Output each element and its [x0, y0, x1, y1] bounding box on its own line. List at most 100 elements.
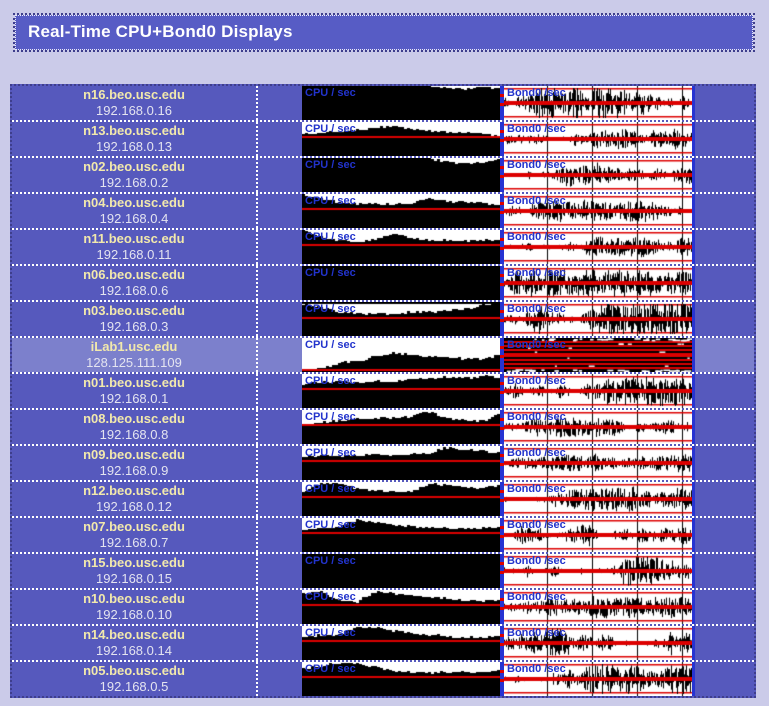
cpu-graph-label: CPU / sec [305, 627, 356, 639]
row-left-spacer [258, 446, 302, 480]
row-left-spacer [258, 626, 302, 660]
node-hostname: n12.beo.usc.edu [12, 483, 256, 499]
node-ip-address: 192.168.0.1 [12, 391, 256, 406]
cpu-graph: CPU / sec [302, 374, 500, 408]
node-label-cell: n13.beo.usc.edu 192.168.0.13 [12, 122, 258, 156]
bond0-graph: Bond0 /sec [500, 158, 695, 192]
cpu-graph-label: CPU / sec [305, 123, 356, 135]
bond0-graph: Bond0 /sec [500, 662, 695, 696]
graph-cursor-marks [500, 670, 504, 673]
bond0-graph: Bond0 /sec [500, 338, 695, 372]
graph-cursor-marks [500, 562, 504, 565]
row-right-spacer [695, 230, 754, 264]
bond0-graph-label: Bond0 /sec [507, 195, 566, 207]
node-ip-address: 192.168.0.5 [12, 679, 256, 694]
cpu-graph-label: CPU / sec [305, 375, 356, 387]
node-hostname: n15.beo.usc.edu [12, 555, 256, 571]
node-row: n05.beo.usc.edu 192.168.0.5 CPU / sec Bo… [12, 662, 754, 696]
title-bar: Real-Time CPU+Bond0 Displays [13, 13, 755, 52]
bond0-graph-label: Bond0 /sec [507, 303, 566, 315]
row-right-spacer [695, 554, 754, 588]
row-left-spacer [258, 158, 302, 192]
row-right-spacer [695, 662, 754, 696]
node-label-cell: n10.beo.usc.edu 192.168.0.10 [12, 590, 258, 624]
node-ip-address: 192.168.0.11 [12, 247, 256, 262]
row-left-spacer [258, 86, 302, 120]
cpu-graph-label: CPU / sec [305, 87, 356, 99]
node-hostname: n06.beo.usc.edu [12, 267, 256, 283]
cpu-graph-label: CPU / sec [305, 159, 356, 171]
row-left-spacer [258, 338, 302, 372]
node-ip-address: 192.168.0.6 [12, 283, 256, 298]
node-hostname: n10.beo.usc.edu [12, 591, 256, 607]
node-ip-address: 192.168.0.15 [12, 571, 256, 586]
cpu-graph: CPU / sec [302, 122, 500, 156]
bond0-graph-label: Bond0 /sec [507, 519, 566, 531]
cpu-graph: CPU / sec [302, 446, 500, 480]
row-left-spacer [258, 410, 302, 444]
node-row: n15.beo.usc.edu 192.168.0.15 CPU / sec B… [12, 554, 754, 590]
bond0-graph-label: Bond0 /sec [507, 447, 566, 459]
node-label-cell: n08.beo.usc.edu 192.168.0.8 [12, 410, 258, 444]
cpu-graph-label: CPU / sec [305, 447, 356, 459]
graph-cursor-marks [500, 526, 504, 529]
node-hostname: n13.beo.usc.edu [12, 123, 256, 139]
row-right-spacer [695, 626, 754, 660]
node-hostname: n04.beo.usc.edu [12, 195, 256, 211]
graph-cursor-marks [500, 94, 504, 97]
bond0-graph: Bond0 /sec [500, 626, 695, 660]
bond0-graph: Bond0 /sec [500, 86, 695, 120]
node-hostname: n16.beo.usc.edu [12, 87, 256, 103]
node-ip-address: 192.168.0.7 [12, 535, 256, 550]
bond0-graph-label: Bond0 /sec [507, 627, 566, 639]
bond0-graph: Bond0 /sec [500, 266, 695, 300]
bond0-graph: Bond0 /sec [500, 374, 695, 408]
bond0-graph-label: Bond0 /sec [507, 159, 566, 171]
bond0-graph-label: Bond0 /sec [507, 267, 566, 279]
bond0-graph-label: Bond0 /sec [507, 591, 566, 603]
row-left-spacer [258, 554, 302, 588]
node-label-cell: n06.beo.usc.edu 192.168.0.6 [12, 266, 258, 300]
row-right-spacer [695, 374, 754, 408]
node-label-cell: n14.beo.usc.edu 192.168.0.14 [12, 626, 258, 660]
cpu-graph: CPU / sec [302, 662, 500, 696]
row-right-spacer [695, 590, 754, 624]
cpu-graph: CPU / sec [302, 518, 500, 552]
graph-cursor-marks [500, 166, 504, 169]
row-left-spacer [258, 590, 302, 624]
node-ip-address: 192.168.0.12 [12, 499, 256, 514]
node-ip-address: 128.125.111.109 [12, 355, 256, 370]
bond0-graph: Bond0 /sec [500, 230, 695, 264]
node-label-cell: n09.beo.usc.edu 192.168.0.9 [12, 446, 258, 480]
bond0-graph-label: Bond0 /sec [507, 231, 566, 243]
cpu-graph: CPU / sec [302, 266, 500, 300]
row-right-spacer [695, 338, 754, 372]
node-label-cell: n11.beo.usc.edu 192.168.0.11 [12, 230, 258, 264]
cpu-graph-label: CPU / sec [305, 339, 356, 351]
node-hostname: n03.beo.usc.edu [12, 303, 256, 319]
row-left-spacer [258, 374, 302, 408]
node-row: n11.beo.usc.edu 192.168.0.11 CPU / sec B… [12, 230, 754, 266]
node-row: n04.beo.usc.edu 192.168.0.4 CPU / sec Bo… [12, 194, 754, 230]
row-right-spacer [695, 410, 754, 444]
node-ip-address: 192.168.0.4 [12, 211, 256, 226]
graph-cursor-marks [500, 130, 504, 133]
node-row: n08.beo.usc.edu 192.168.0.8 CPU / sec Bo… [12, 410, 754, 446]
cpu-graph: CPU / sec [302, 626, 500, 660]
cpu-graph: CPU / sec [302, 302, 500, 336]
graph-cursor-marks [500, 382, 504, 385]
node-ip-address: 192.168.0.2 [12, 175, 256, 190]
bond0-graph-label: Bond0 /sec [507, 339, 566, 351]
node-label-cell: n04.beo.usc.edu 192.168.0.4 [12, 194, 258, 228]
cpu-graph-label: CPU / sec [305, 591, 356, 603]
row-right-spacer [695, 122, 754, 156]
row-left-spacer [258, 230, 302, 264]
node-hostname: n05.beo.usc.edu [12, 663, 256, 679]
graph-cursor-marks [500, 346, 504, 349]
node-label-cell: n03.beo.usc.edu 192.168.0.3 [12, 302, 258, 336]
bond0-graph-label: Bond0 /sec [507, 411, 566, 423]
cpu-graph: CPU / sec [302, 590, 500, 624]
bond0-graph-label: Bond0 /sec [507, 375, 566, 387]
node-label-cell: n05.beo.usc.edu 192.168.0.5 [12, 662, 258, 696]
cpu-graph-label: CPU / sec [305, 519, 356, 531]
